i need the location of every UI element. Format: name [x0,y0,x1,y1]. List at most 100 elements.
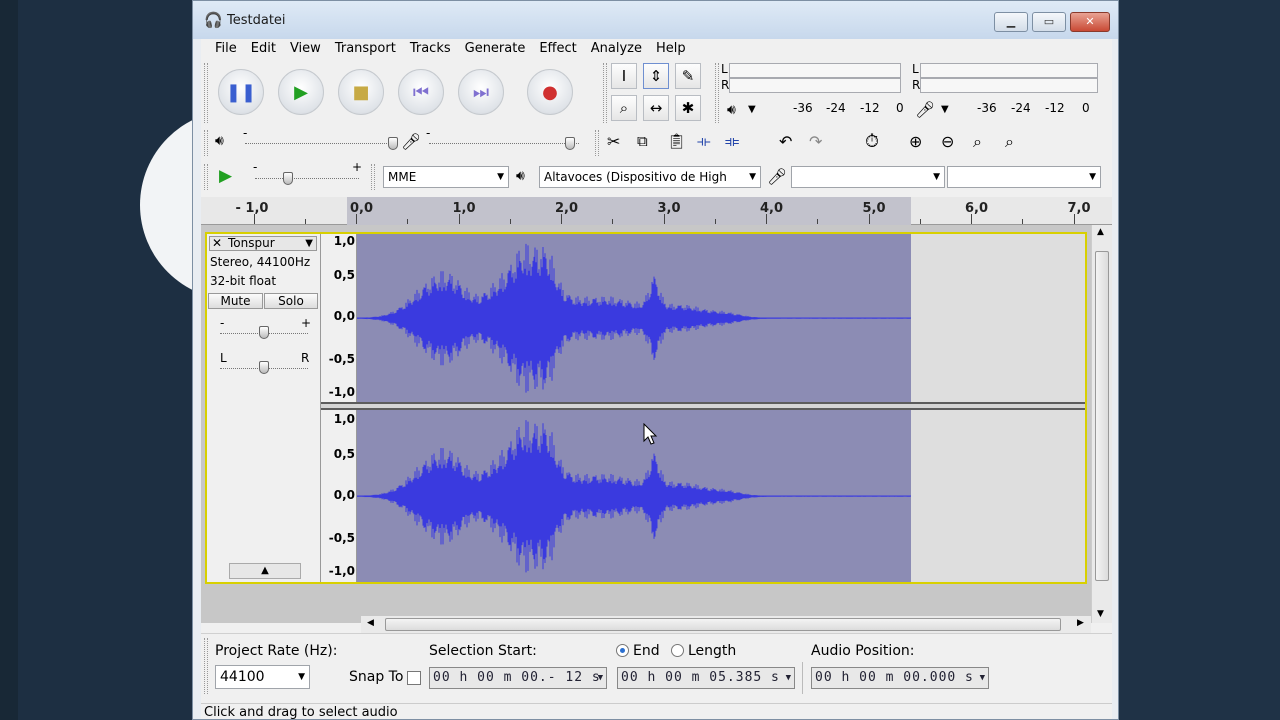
minimize-button[interactable]: ▁ [994,12,1028,32]
toolbar-grip[interactable] [595,130,599,156]
waveform-left-channel[interactable] [357,234,1085,402]
play-at-speed-icon[interactable]: ▶ [219,166,232,186]
vertical-ruler-right[interactable]: 1,0 0,5 0,0 -0,5 -1,0 [321,410,357,582]
toolbar-grip[interactable] [603,63,607,123]
output-device-value: Altavoces (Dispositivo de High [544,170,727,184]
toolbar-grip[interactable] [204,130,208,156]
horizontal-scroll-thumb[interactable] [385,618,1061,631]
stop-button[interactable]: ■ [338,69,384,115]
trim-icon[interactable]: ⟛ [697,132,711,150]
record-button[interactable]: ● [527,69,573,115]
speed-slider[interactable] [255,178,359,179]
microphone-icon[interactable]: 🎤︎ [915,100,935,119]
menu-analyze[interactable]: Analyze [584,40,649,60]
speed-slider-thumb[interactable] [283,172,293,185]
pause-button[interactable]: ❚❚ [218,69,264,115]
output-volume-thumb[interactable] [388,137,398,150]
silence-icon[interactable]: ⟚ [725,132,739,150]
pan-slider-thumb[interactable] [259,361,269,374]
scroll-down-icon[interactable]: ▼ [1097,609,1104,619]
play-meter-right[interactable] [729,78,901,93]
selection-tool-icon[interactable]: I [611,63,637,89]
timeline-ruler[interactable]: - 1,0 0,0 1,0 2,0 3,0 4,0 5,0 6,0 7,0 [201,197,1112,225]
track-name-menu[interactable]: ✕ Tonspur ▼ [209,236,317,251]
gain-slider-thumb[interactable] [259,326,269,339]
audio-host-select[interactable]: MME ▼ [383,166,509,188]
play-meter-left[interactable] [729,63,901,78]
copy-icon[interactable]: ⧉ [637,132,648,150]
play-meter-dropdown-icon[interactable]: ▼ [748,104,756,115]
close-button[interactable]: ✕ [1070,12,1110,32]
scroll-left-icon[interactable]: ◀ [367,618,374,628]
horizontal-scrollbar[interactable]: ◀ ▶ [361,616,1091,633]
menu-edit[interactable]: Edit [244,40,283,60]
close-track-icon[interactable]: ✕ [212,237,222,250]
sync-lock-icon[interactable]: ⏱ [865,131,879,152]
fit-selection-icon[interactable]: ⌕ [973,132,982,152]
vertical-ruler-left[interactable]: 1,0 0,5 0,0 -0,5 -1,0 [321,234,357,402]
undo-icon[interactable]: ↶ [779,132,792,151]
draw-tool-icon[interactable]: ✎ [675,63,701,89]
output-volume-slider[interactable] [245,143,391,144]
toolbar-grip[interactable] [371,164,375,190]
cut-icon[interactable]: ✂ [607,132,620,151]
toolbar-grip[interactable] [204,164,208,190]
solo-button[interactable]: Solo [264,293,318,309]
menu-file[interactable]: File [208,40,244,60]
toolbar-grip[interactable] [204,63,208,123]
ruler-minor-tick [304,219,306,224]
menu-tracks[interactable]: Tracks [403,40,458,60]
zoom-tool-icon[interactable]: ⌕ [611,95,637,121]
selection-start-time[interactable]: 00 h 00 m 00.- 12 s ▼ [429,667,607,689]
waveform-left [357,243,911,393]
ruler-major-tick [766,214,767,224]
snap-to-checkbox[interactable] [407,671,421,685]
speaker-icon[interactable]: 🔊︎ [727,102,736,118]
menu-view[interactable]: View [283,40,328,60]
play-button[interactable]: ▶ [278,69,324,115]
selection-end-time[interactable]: 00 h 00 m 05.385 s ▼ [617,667,795,689]
menu-help[interactable]: Help [649,40,693,60]
timeshift-tool-icon[interactable]: ↔ [643,95,669,121]
project-rate-select[interactable]: 44100 ▼ [215,665,310,689]
input-volume-thumb[interactable] [565,137,575,150]
input-device-select[interactable]: ▼ [791,166,945,188]
audacity-window: 🎧 Testdatei ▁ ▭ ✕ File Edit View Transpo… [192,0,1119,720]
fit-project-icon[interactable]: ⌕ [1005,132,1014,152]
menu-effect[interactable]: Effect [532,40,583,60]
record-meter-right[interactable] [920,78,1098,93]
collapse-track-button[interactable]: ▲ [229,563,301,579]
input-volume-slider[interactable] [429,143,579,144]
input-channels-select[interactable]: ▼ [947,166,1101,188]
skip-start-button[interactable]: ⏮ [398,69,444,115]
waveform-right-channel[interactable] [357,410,1085,582]
scroll-up-icon[interactable]: ▲ [1097,227,1104,237]
multi-tool-icon[interactable]: ✱ [675,95,701,121]
audio-position-time[interactable]: 00 h 00 m 00.000 s ▼ [811,667,989,689]
mute-button[interactable]: Mute [208,293,263,309]
menu-generate[interactable]: Generate [458,40,533,60]
output-device-select[interactable]: Altavoces (Dispositivo de High ▼ [539,166,761,188]
menu-transport[interactable]: Transport [328,40,403,60]
toolbar-grip[interactable] [204,638,208,694]
zoom-out-icon[interactable]: ⊖ [941,132,954,151]
zoom-in-icon[interactable]: ⊕ [909,132,922,151]
scroll-right-icon[interactable]: ▶ [1077,618,1084,628]
selection-start-value: 00 h 00 m 00.- 12 s [433,670,601,685]
vertical-scrollbar[interactable]: ▲ ▼ [1091,225,1112,623]
scale-0-0: 0,0 [333,309,355,323]
record-meter-dropdown-icon[interactable]: ▼ [941,104,949,115]
maximize-button[interactable]: ▭ [1032,12,1066,32]
redo-icon[interactable]: ↷ [809,132,822,151]
vertical-scroll-thumb[interactable] [1095,251,1109,581]
pan-left-label: L [220,351,227,365]
record-meter-left[interactable] [920,63,1098,78]
title-bar[interactable]: 🎧 Testdatei ▁ ▭ ✕ [193,1,1118,39]
envelope-tool-icon[interactable]: ⇕ [643,63,669,89]
skip-end-button[interactable]: ⏭ [458,69,504,115]
audio-track[interactable]: ✕ Tonspur ▼ Stereo, 44100Hz 32-bit float… [205,232,1087,584]
paste-icon[interactable]: 📋︎ [667,132,686,150]
end-radio[interactable]: End [616,643,660,659]
length-radio[interactable]: Length [671,643,736,659]
toolbar-grip[interactable] [715,63,719,123]
